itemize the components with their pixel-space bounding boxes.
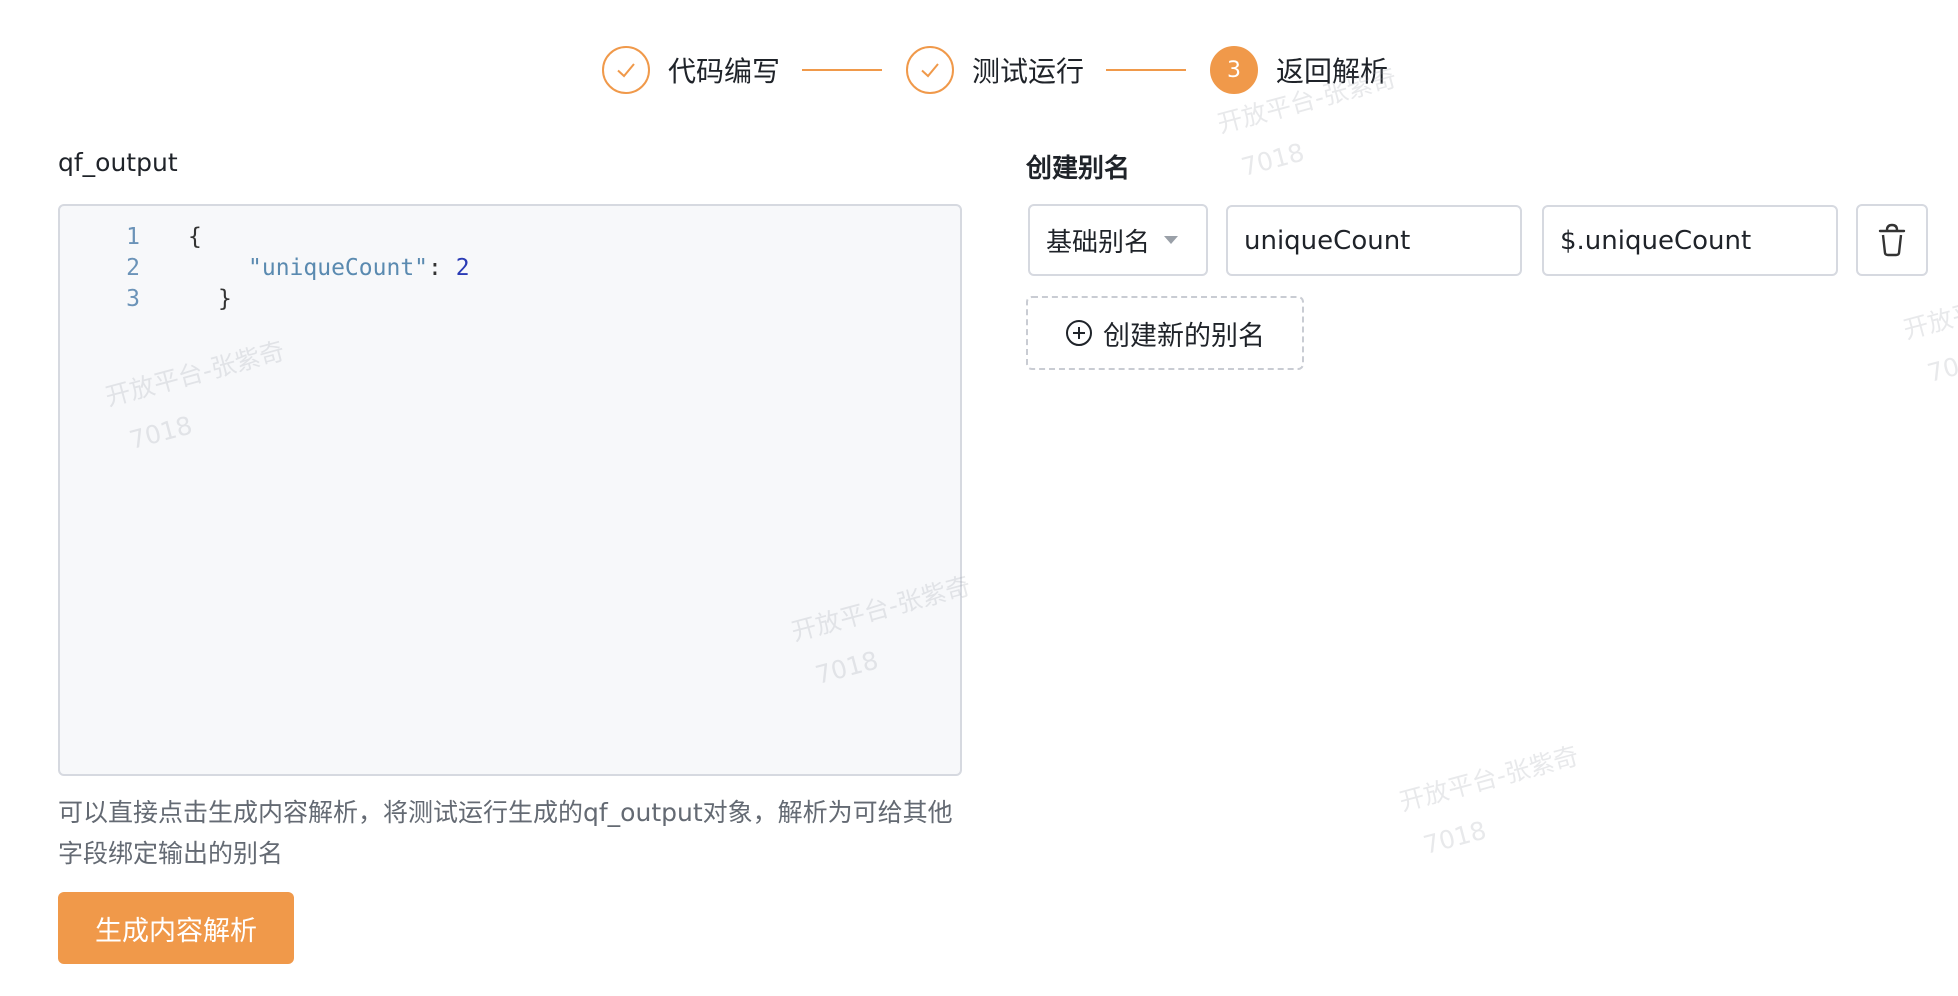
code-text: "uniqueCount": 2 [248,255,470,281]
line-number: 2 [126,255,140,281]
code-line: 3 } [60,284,232,314]
step-connector [1106,69,1186,71]
json-key: "uniqueCount" [248,255,429,281]
line-number: 1 [126,224,140,250]
check-icon [602,46,650,94]
step-return-parse[interactable]: 3 返回解析 [1210,40,1388,100]
code-line: 2 "uniqueCount": 2 [60,253,470,283]
create-new-alias-label: 创建新的别名 [1103,320,1265,352]
watermark: 开放平台-张紫奇 7018 [1396,741,1582,860]
line-number: 3 [126,286,140,312]
generate-parse-button[interactable]: 生成内容解析 [58,892,294,964]
create-new-alias-button[interactable]: 创建新的别名 [1026,296,1304,370]
output-title: qf_output [58,148,178,177]
step-code-writing[interactable]: 代码编写 [602,40,780,100]
create-alias-title: 创建别名 [1026,154,1131,184]
json-separator: : [428,255,456,281]
check-icon [906,46,954,94]
step-connector [802,69,882,71]
caret-down-icon [1164,236,1179,244]
plus-circle-icon [1066,320,1092,346]
json-value: 2 [455,255,470,281]
trash-icon [1878,223,1906,257]
hint-text: 可以直接点击生成内容解析，将测试运行生成的qf_output对象，解析为可给其他… [58,798,953,868]
step-test-run[interactable]: 测试运行 [906,40,1084,100]
code-editor[interactable]: 1 { 2 "uniqueCount": 2 3 } [58,204,962,776]
watermark: 开放平台-张紫奇 7018 [1900,269,1958,388]
step-label: 代码编写 [668,55,781,88]
code-text: } [218,286,232,312]
alias-type-select[interactable]: 基础别名 [1028,204,1208,276]
steps-bar: 代码编写 测试运行 3 返回解析 [0,40,1958,100]
step-number: 3 [1210,46,1258,94]
step-label: 返回解析 [1276,55,1389,88]
code-text: { [188,224,202,250]
step-label: 测试运行 [972,55,1085,88]
delete-alias-button[interactable] [1856,204,1928,276]
code-line: 1 { [60,222,202,252]
alias-type-value: 基础别名 [1046,227,1151,258]
alias-path-input[interactable] [1542,205,1838,276]
alias-name-input[interactable] [1226,205,1522,276]
